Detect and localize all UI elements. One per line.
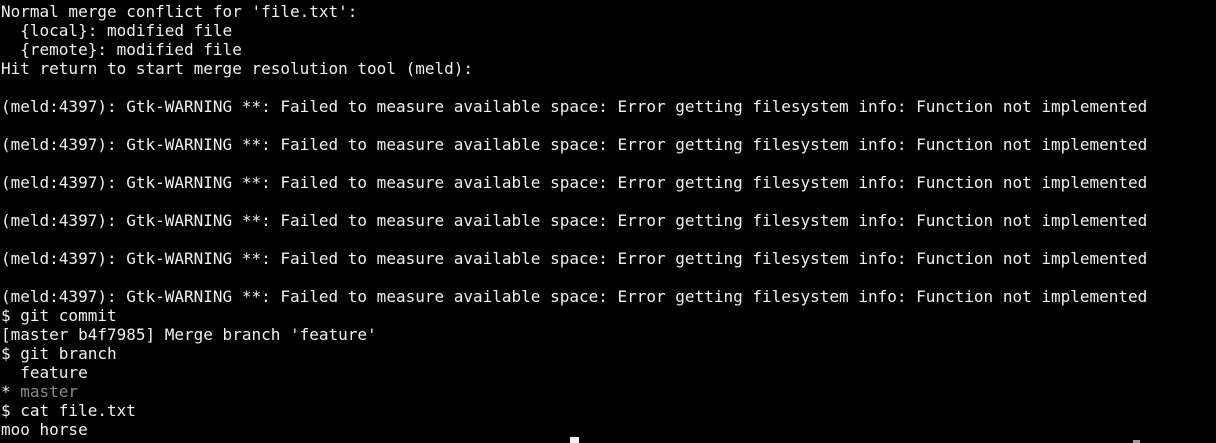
commit-result-line: [master b4f7985] Merge branch 'feature' <box>1 325 377 344</box>
merge-tool-prompt: Hit return to start merge resolution too… <box>1 59 474 78</box>
branch-list-item-feature: feature <box>1 363 88 382</box>
gtk-warning-line: (meld:4397): Gtk-WARNING **: Failed to m… <box>1 97 1148 116</box>
branch-list-item-current: * master <box>1 382 78 401</box>
remote-status-line: {remote}: modified file <box>1 40 242 59</box>
current-branch-marker: * <box>1 382 21 401</box>
gtk-warning-line: (meld:4397): Gtk-WARNING **: Failed to m… <box>1 173 1148 192</box>
gtk-warning-line: (meld:4397): Gtk-WARNING **: Failed to m… <box>1 249 1148 268</box>
git-commit-command: $ git commit <box>1 306 117 325</box>
cat-file-command: $ cat file.txt <box>1 401 136 420</box>
merge-conflict-header: Normal merge conflict for 'file.txt': <box>1 2 358 21</box>
current-branch-name: master <box>20 382 79 401</box>
gtk-warning-line: (meld:4397): Gtk-WARNING **: Failed to m… <box>1 287 1148 306</box>
file-contents-output: moo horse <box>1 420 88 439</box>
gtk-warning-line: (meld:4397): Gtk-WARNING **: Failed to m… <box>1 211 1148 230</box>
terminal-window[interactable]: Normal merge conflict for 'file.txt': {l… <box>0 0 1216 443</box>
text-cursor <box>570 437 579 443</box>
git-branch-command: $ git branch <box>1 344 117 363</box>
gtk-warning-line: (meld:4397): Gtk-WARNING **: Failed to m… <box>1 135 1148 154</box>
local-status-line: {local}: modified file <box>1 21 233 40</box>
